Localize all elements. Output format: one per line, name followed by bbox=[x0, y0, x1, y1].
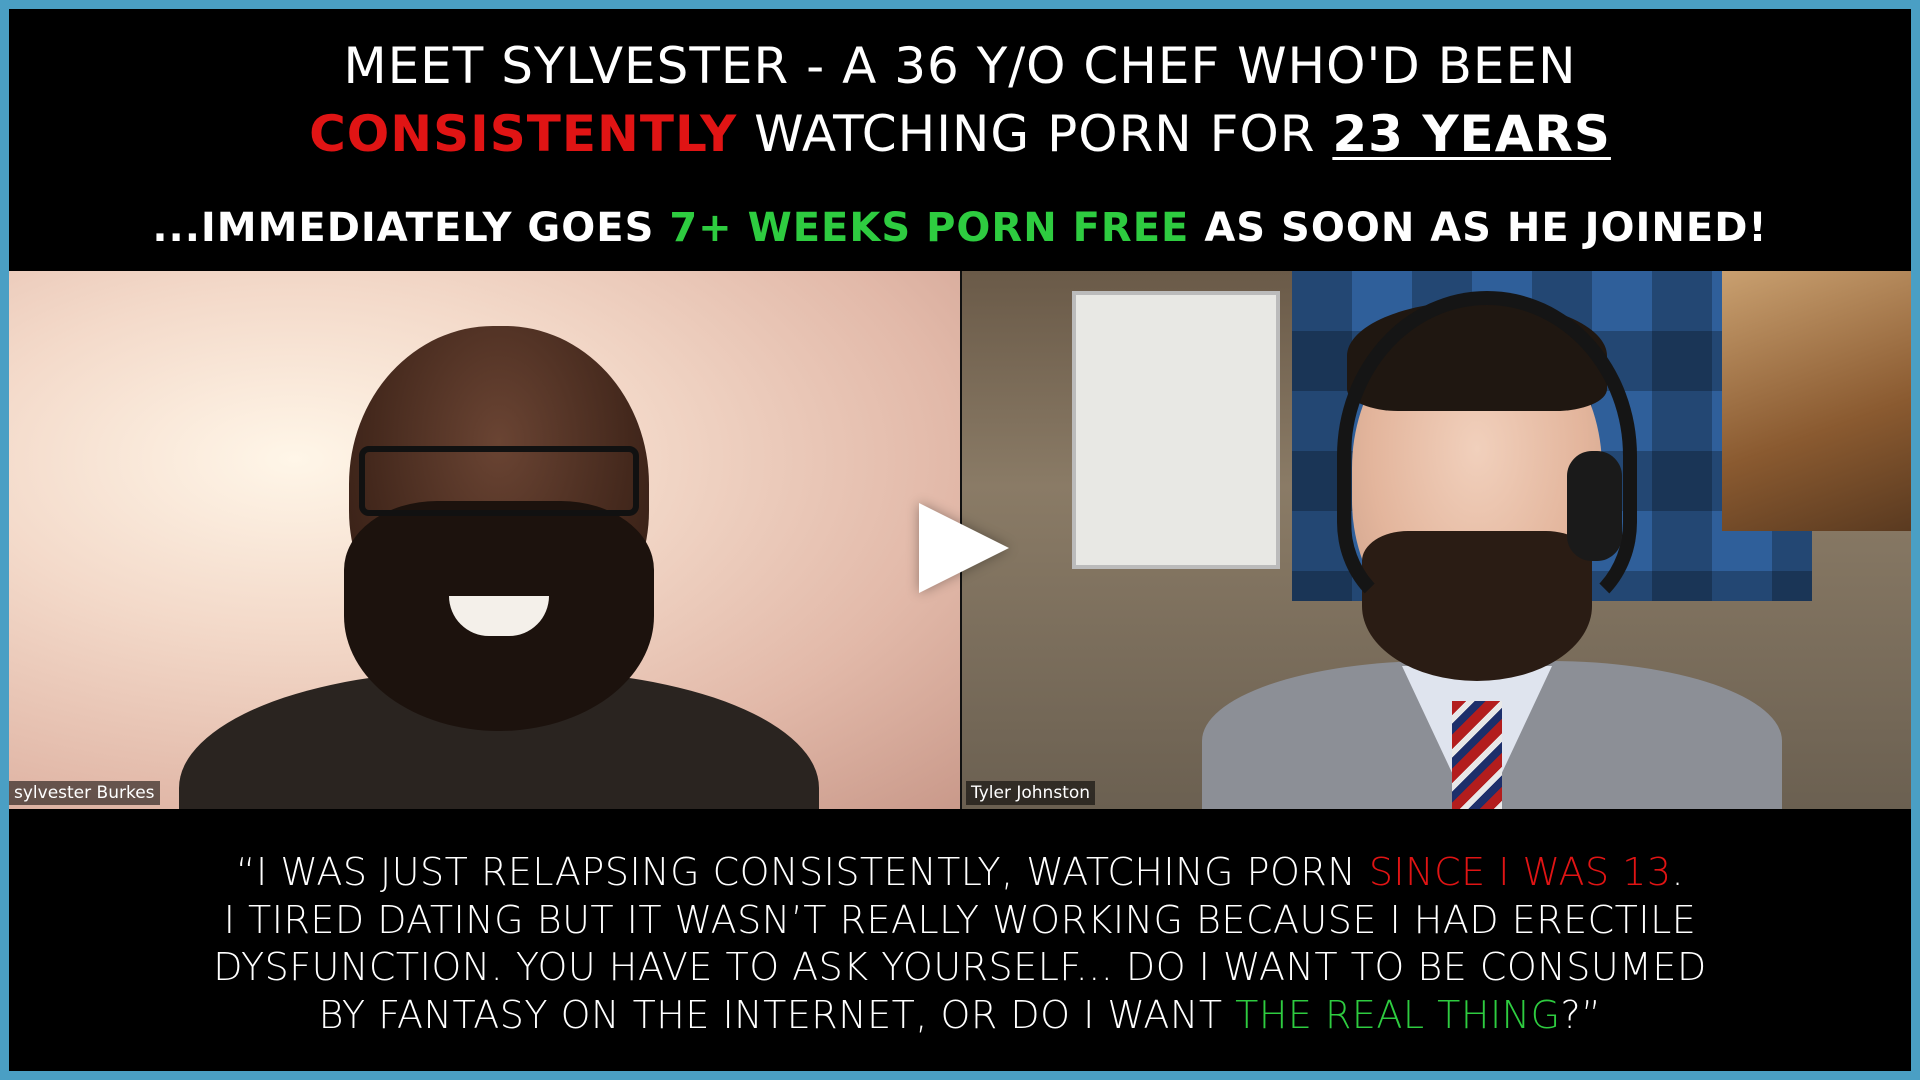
subheadline-post: AS SOON AS HE JOINED! bbox=[1189, 205, 1768, 251]
headline-line-2: CONSISTENTLY WATCHING PORN FOR 23 YEARS bbox=[9, 105, 1911, 163]
quote-line-4-post: ?” bbox=[1560, 992, 1602, 1037]
quote-line-3: DYSFUNCTION. YOU HAVE TO ASK YOURSELF...… bbox=[213, 945, 1707, 989]
headphone-earcup bbox=[1567, 451, 1622, 561]
testimonial-quote: “I WAS JUST RELAPSING CONSISTENTLY, WATC… bbox=[9, 849, 1911, 1039]
quote-line-4-pre: BY FANTASY ON THE INTERNET, OR DO I WANT bbox=[318, 992, 1236, 1037]
participant-right-tie bbox=[1452, 701, 1502, 809]
quote-line-1-post: . bbox=[1671, 850, 1685, 894]
headline-line-1-text: MEET SYLVESTER - A 36 Y/O CHEF WHO'D BEE… bbox=[343, 37, 1577, 95]
background-whiteboard bbox=[1072, 291, 1280, 569]
participant-right-name: Tyler Johnston bbox=[966, 781, 1096, 805]
video-pane-right: Tyler Johnston bbox=[962, 271, 1911, 809]
testimonial-frame: MEET SYLVESTER - A 36 Y/O CHEF WHO'D BEE… bbox=[0, 0, 1920, 1080]
background-poster bbox=[1722, 271, 1911, 531]
quote-line-1: “I WAS JUST RELAPSING CONSISTENTLY, WATC… bbox=[9, 849, 1911, 897]
video-player[interactable]: sylvester Burkes Tyler Johnston bbox=[9, 271, 1911, 809]
quote-green-highlight: THE REAL THING bbox=[1235, 992, 1561, 1037]
subheadline-pre: ...IMMEDIATELY GOES bbox=[152, 205, 670, 251]
subheadline: ...IMMEDIATELY GOES 7+ WEEKS PORN FREE A… bbox=[9, 205, 1911, 251]
quote-line-2: I TIRED DATING BUT IT WASN’T REALLY WORK… bbox=[223, 897, 1697, 942]
quote-line-1-pre: “I WAS JUST RELAPSING CONSISTENTLY, WATC… bbox=[235, 850, 1369, 894]
participant-left-name: sylvester Burkes bbox=[9, 781, 160, 805]
subheadline-green-highlight: 7+ WEEKS PORN FREE bbox=[669, 205, 1190, 251]
participant-left-glasses bbox=[359, 446, 639, 516]
headline-underlined-years: 23 YEARS bbox=[1332, 105, 1611, 163]
play-icon[interactable] bbox=[919, 503, 1009, 593]
quote-line-4: BY FANTASY ON THE INTERNET, OR DO I WANT… bbox=[9, 992, 1911, 1040]
quote-red-highlight: SINCE I WAS 13 bbox=[1368, 850, 1672, 894]
headline-line-1: MEET SYLVESTER - A 36 Y/O CHEF WHO'D BEE… bbox=[9, 37, 1911, 95]
headline-red-highlight: CONSISTENTLY bbox=[309, 105, 738, 163]
video-pane-left: sylvester Burkes bbox=[9, 271, 960, 809]
headline-line-2-mid: WATCHING PORN FOR bbox=[737, 105, 1333, 163]
